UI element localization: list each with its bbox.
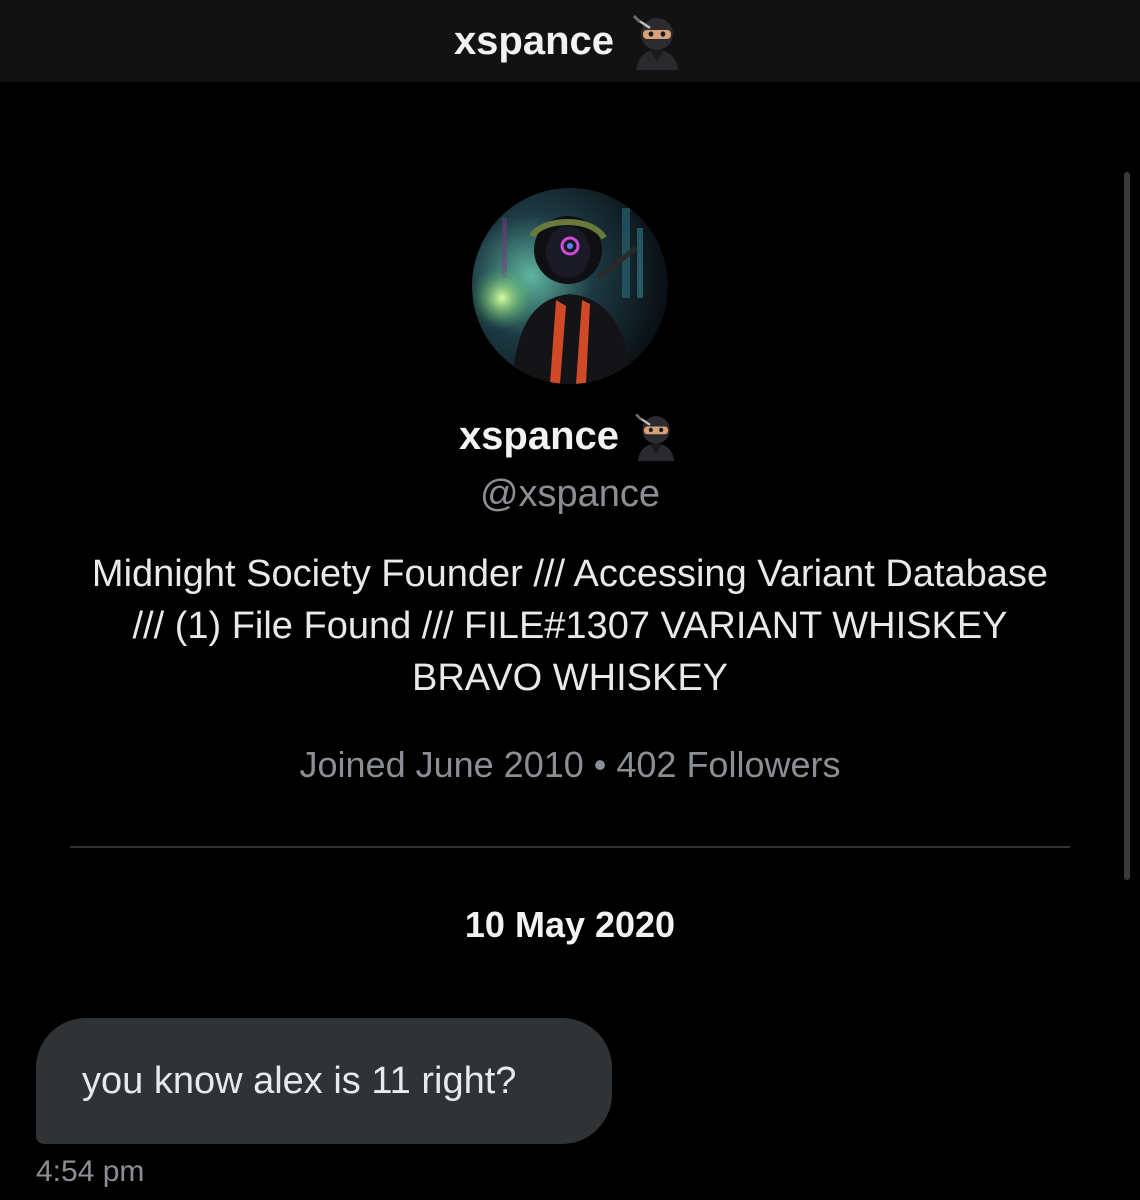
header-name: xspance [453, 18, 615, 63]
joined-date: Joined June 2010 [299, 744, 584, 785]
message-text: you know alex is 11 right? [82, 1059, 517, 1102]
display-name-text: xspance [458, 413, 620, 458]
profile-card: xspance @xspance Midnight Society Founde… [0, 82, 1140, 786]
message-timestamp: 4:54 pm [36, 1155, 145, 1188]
divider [70, 846, 1070, 848]
header-title[interactable]: xspance [454, 12, 686, 70]
conversation-header: xspance [0, 0, 1140, 82]
ninja-emoji-icon [628, 12, 686, 70]
profile-display-name: xspance [459, 408, 681, 464]
followers-count[interactable]: 402 Followers [616, 744, 840, 786]
meta-separator: • [593, 744, 607, 785]
profile-avatar[interactable] [472, 188, 668, 384]
message-bubble[interactable]: you know alex is 11 right? [36, 1018, 612, 1144]
profile-bio: Midnight Society Founder /// Accessing V… [91, 553, 1049, 699]
profile-handle[interactable]: @xspance [480, 466, 660, 522]
profile-meta: Joined June 2010 • 402 Followers [300, 744, 841, 786]
date-separator: 10 May 2020 [464, 904, 676, 945]
ninja-emoji-icon [631, 411, 681, 461]
